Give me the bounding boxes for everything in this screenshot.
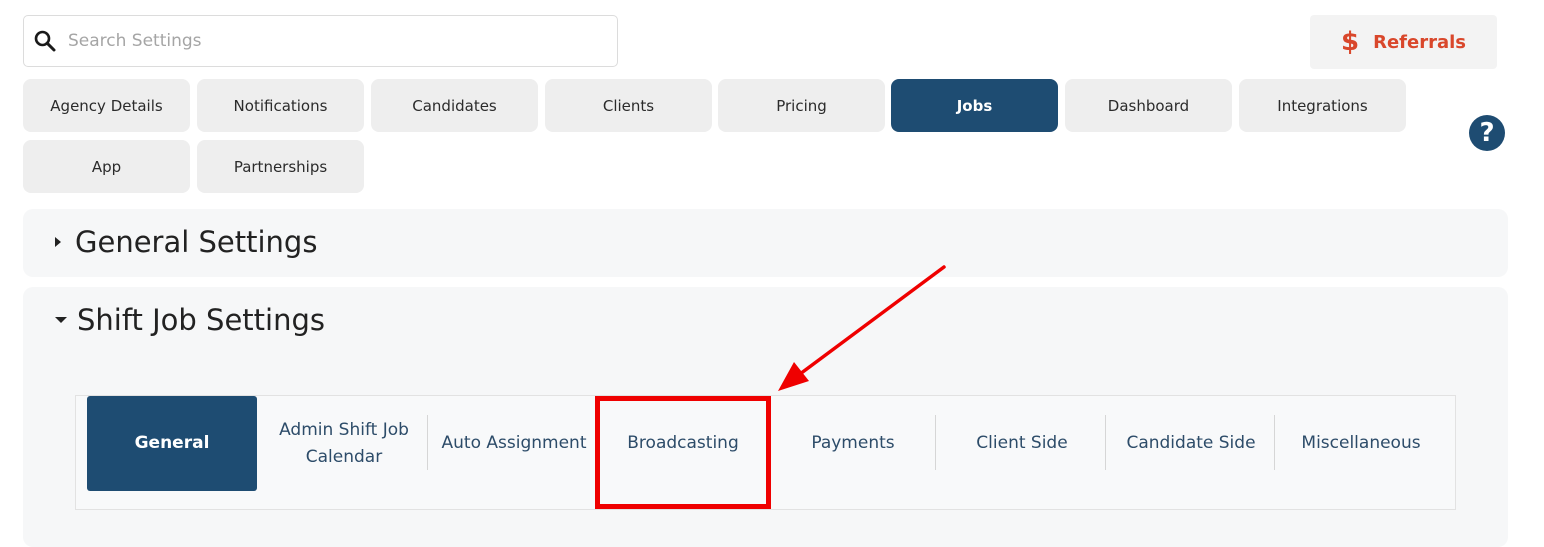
tab-candidates[interactable]: Candidates: [371, 79, 538, 132]
subtab-divider: [935, 415, 936, 470]
subtab-divider: [427, 415, 428, 470]
subtab-auto-assignment[interactable]: Auto Assignment: [431, 396, 597, 491]
tab-agency-details[interactable]: Agency Details: [23, 79, 190, 132]
general-settings-section: General Settings: [23, 209, 1508, 277]
subtab-client-side[interactable]: Client Side: [939, 396, 1105, 491]
tab-app[interactable]: App: [23, 140, 190, 193]
caret-right-icon: [55, 237, 61, 247]
subtab-general[interactable]: General: [87, 396, 257, 491]
shift-job-settings-header[interactable]: Shift Job Settings: [55, 303, 325, 337]
search-icon: [32, 28, 58, 54]
dollar-icon: $: [1341, 27, 1360, 57]
tab-notifications[interactable]: Notifications: [197, 79, 364, 132]
search-box[interactable]: [23, 15, 618, 67]
subtab-candidate-side[interactable]: Candidate Side: [1108, 396, 1274, 491]
general-settings-header[interactable]: General Settings: [55, 225, 317, 259]
caret-down-icon: [55, 317, 67, 323]
general-settings-title: General Settings: [75, 225, 318, 259]
tab-dashboard[interactable]: Dashboard: [1065, 79, 1232, 132]
tab-clients[interactable]: Clients: [545, 79, 712, 132]
shift-job-subtabs: General Admin Shift Job Calendar Auto As…: [75, 395, 1456, 510]
subtab-divider: [1105, 415, 1106, 470]
tab-partnerships[interactable]: Partnerships: [197, 140, 364, 193]
referrals-button[interactable]: $ Referrals: [1310, 15, 1497, 69]
help-icon[interactable]: ?: [1469, 115, 1505, 151]
subtab-admin-shift-job-calendar[interactable]: Admin Shift Job Calendar: [261, 396, 427, 491]
subtab-miscellaneous[interactable]: Miscellaneous: [1278, 396, 1444, 491]
subtab-divider: [1274, 415, 1275, 470]
referrals-label: Referrals: [1373, 31, 1466, 53]
tab-integrations[interactable]: Integrations: [1239, 79, 1406, 132]
tab-pricing[interactable]: Pricing: [718, 79, 885, 132]
search-input[interactable]: [66, 30, 590, 52]
shift-job-settings-title: Shift Job Settings: [77, 303, 326, 337]
subtab-payments[interactable]: Payments: [770, 396, 936, 491]
tab-jobs[interactable]: Jobs: [891, 79, 1058, 132]
subtab-broadcasting[interactable]: Broadcasting: [600, 396, 766, 491]
